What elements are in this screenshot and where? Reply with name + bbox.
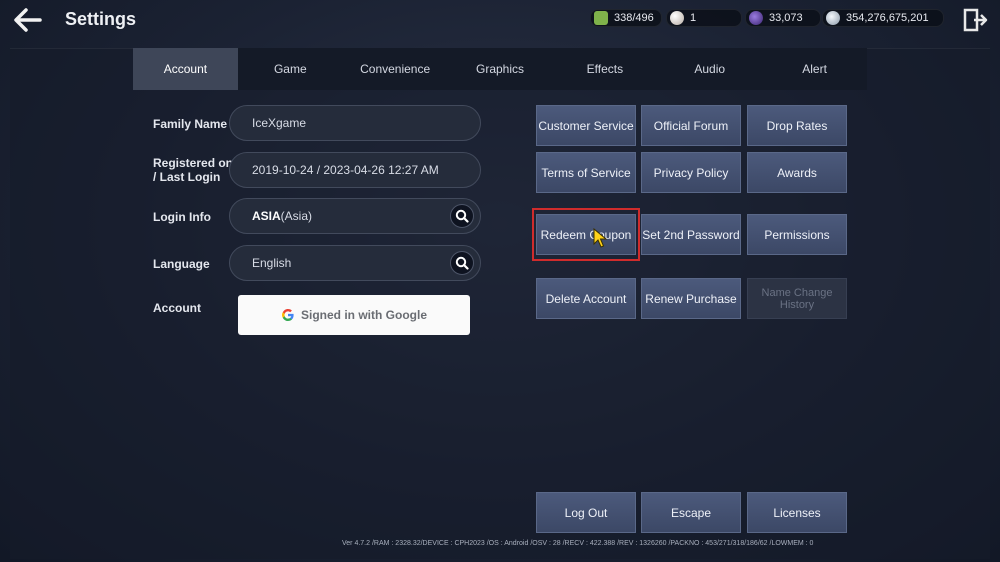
silver-counter: 354,276,675,201 — [822, 9, 944, 27]
customer-service-button[interactable]: Customer Service — [536, 105, 636, 146]
google-signin-button[interactable]: Signed in with Google — [238, 295, 470, 335]
pointer-cursor-icon — [592, 227, 608, 253]
tab-convenience[interactable]: Convenience — [343, 48, 448, 90]
login-info-region-detail: (Asia) — [280, 209, 313, 223]
pearl-value: 1 — [690, 12, 697, 24]
name-change-history-button: Name Change History — [747, 278, 847, 319]
search-icon[interactable] — [450, 204, 474, 228]
tab-game[interactable]: Game — [238, 48, 343, 90]
licenses-button[interactable]: Licenses — [747, 492, 847, 533]
silver-coin-icon — [826, 11, 840, 25]
version-info: Ver 4.7.2 /RAM : 2328.32/DEVICE : CPH202… — [342, 540, 814, 547]
tab-effects[interactable]: Effects — [552, 48, 657, 90]
redeem-coupon-highlight — [532, 208, 640, 261]
language-value: English — [252, 256, 292, 270]
exit-door-icon[interactable] — [962, 8, 988, 32]
registered-label-line1: Registered on — [153, 156, 234, 170]
stamina-icon — [594, 11, 608, 25]
log-out-button[interactable]: Log Out — [536, 492, 636, 533]
family-name-label: Family Name — [153, 117, 228, 131]
registered-field: 2019-10-24 / 2023-04-26 12:27 AM — [229, 152, 481, 188]
black-stone-value: 33,073 — [769, 12, 803, 24]
permissions-button[interactable]: Permissions — [747, 214, 847, 255]
awards-button[interactable]: Awards — [747, 152, 847, 193]
privacy-policy-button[interactable]: Privacy Policy — [641, 152, 741, 193]
set-2nd-password-button[interactable]: Set 2nd Password — [641, 214, 741, 255]
silver-value: 354,276,675,201 — [846, 12, 929, 24]
stamina-counter: 338/496 — [590, 9, 662, 27]
official-forum-button[interactable]: Official Forum — [641, 105, 741, 146]
stamina-value: 338/496 — [614, 12, 654, 24]
login-info-region: ASIA — [252, 209, 281, 223]
search-icon[interactable] — [450, 251, 474, 275]
name-change-history-line2: History — [779, 298, 815, 311]
black-stone-icon — [749, 11, 763, 25]
family-name-field[interactable]: IceXgame — [229, 105, 481, 141]
language-field[interactable]: English — [229, 245, 481, 281]
google-logo-icon — [282, 309, 294, 321]
escape-button[interactable]: Escape — [641, 492, 741, 533]
renew-purchase-button[interactable]: Renew Purchase — [641, 278, 741, 319]
name-change-history-line1: Name Change — [761, 286, 833, 299]
registered-label-line2: / Last Login — [153, 170, 221, 184]
family-name-value: IceXgame — [252, 116, 307, 130]
login-info-label: Login Info — [153, 210, 211, 224]
pearl-counter: 1 — [666, 9, 742, 27]
tab-account[interactable]: Account — [133, 48, 238, 90]
top-bar: Settings 338/496 1 33,073 354,276,675,20… — [0, 0, 1000, 40]
registered-label: Registered on / Last Login — [153, 156, 233, 184]
black-stone-counter: 33,073 — [745, 9, 821, 27]
pearl-icon — [670, 11, 684, 25]
back-arrow-icon[interactable] — [12, 6, 44, 34]
account-label: Account — [153, 301, 201, 315]
tab-audio[interactable]: Audio — [657, 48, 762, 90]
terms-of-service-button[interactable]: Terms of Service — [536, 152, 636, 193]
language-label: Language — [153, 257, 210, 271]
registered-value: 2019-10-24 / 2023-04-26 12:27 AM — [252, 163, 439, 177]
tab-graphics[interactable]: Graphics — [448, 48, 553, 90]
delete-account-button[interactable]: Delete Account — [536, 278, 636, 319]
login-info-field: ASIA(Asia) — [229, 198, 481, 234]
tab-alert[interactable]: Alert — [762, 48, 867, 90]
google-signin-label: Signed in with Google — [301, 308, 427, 322]
drop-rates-button[interactable]: Drop Rates — [747, 105, 847, 146]
page-title: Settings — [65, 9, 137, 29]
settings-tabs: Account Game Convenience Graphics Effect… — [133, 48, 867, 90]
